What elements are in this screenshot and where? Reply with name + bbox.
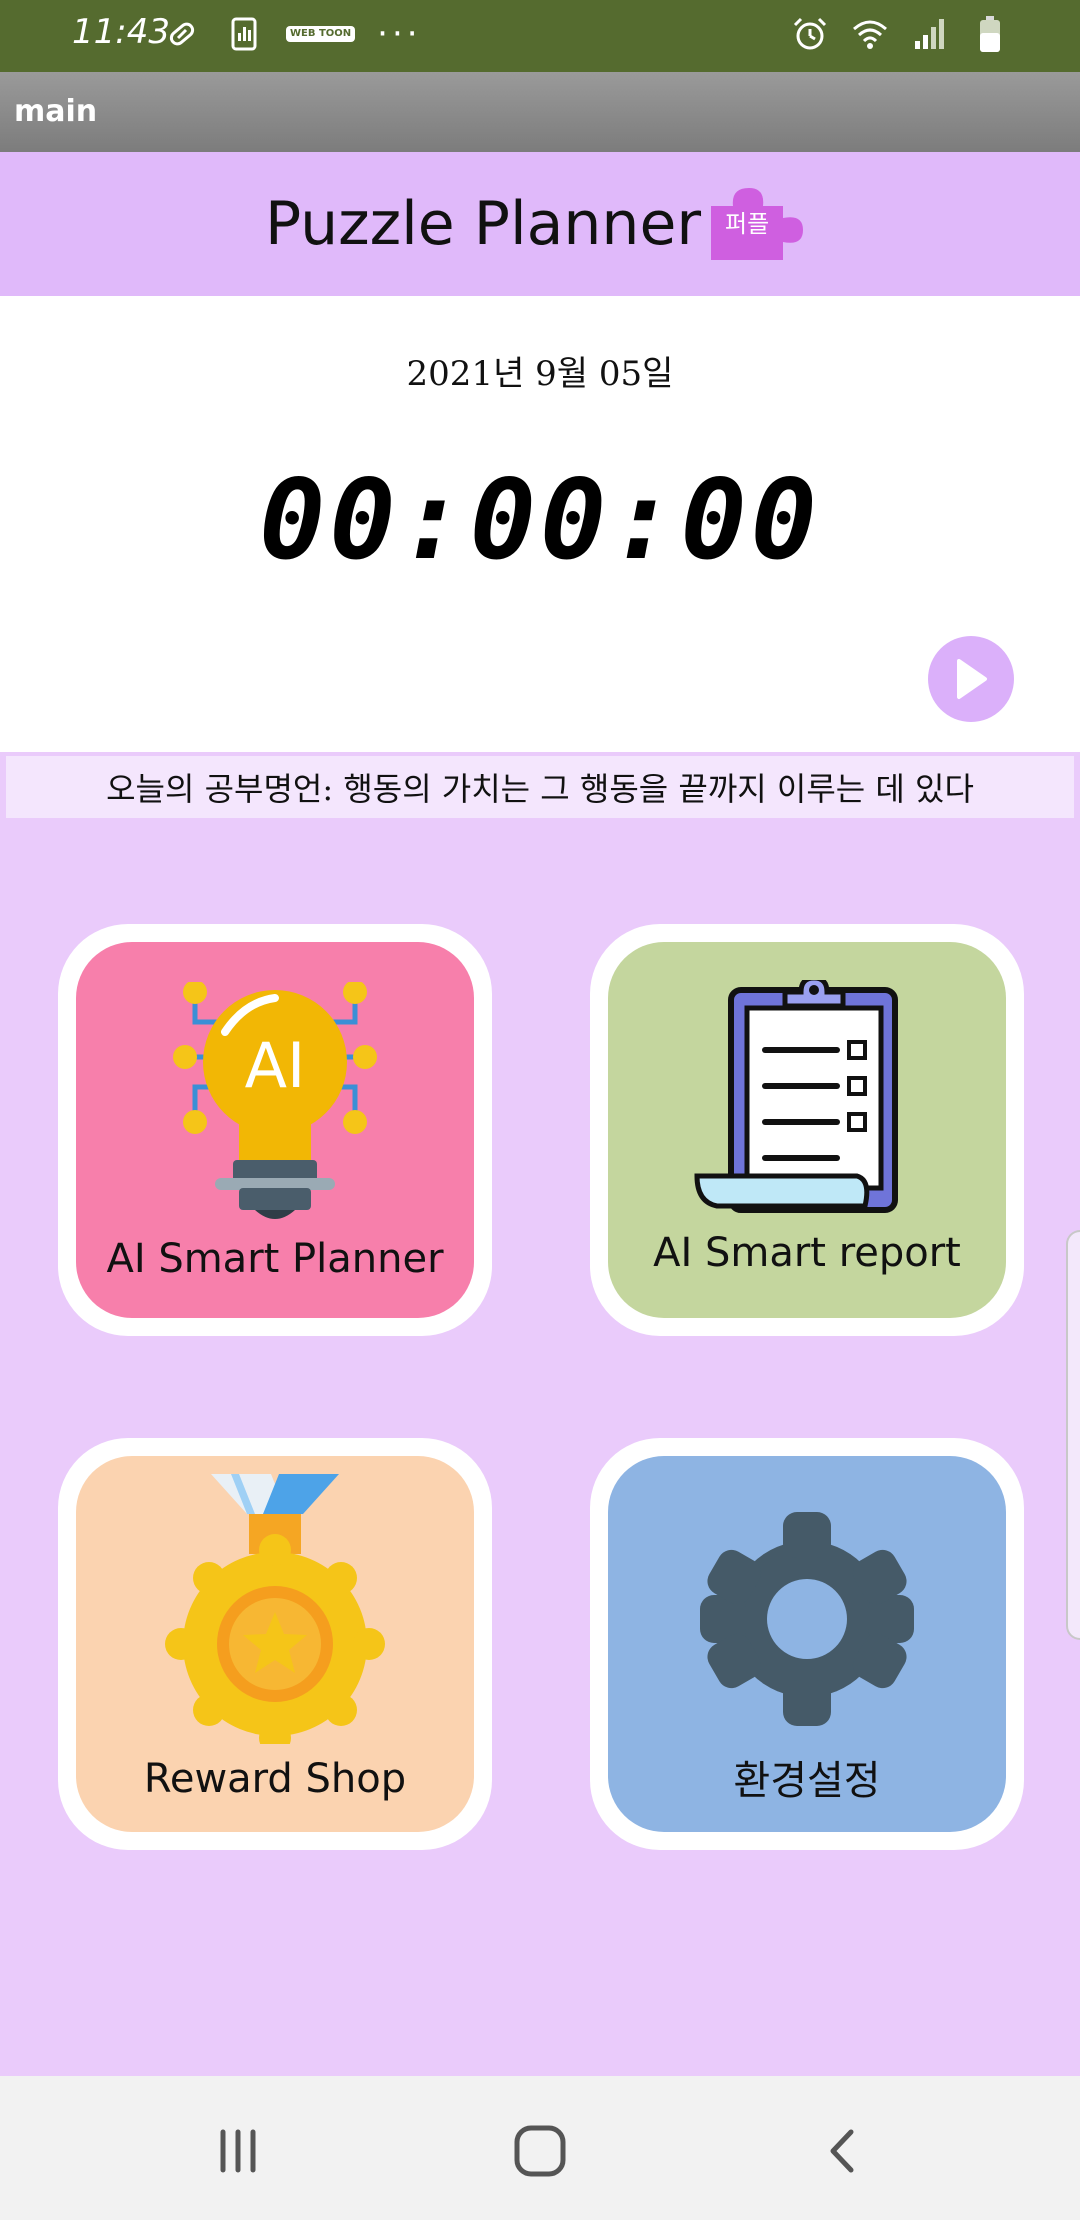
alarm-icon bbox=[790, 14, 830, 54]
reward-shop-label: Reward Shop bbox=[143, 1756, 407, 1802]
ai-smart-planner-card: AI AI Smart Planner bbox=[76, 942, 474, 1318]
gear-icon bbox=[692, 1504, 922, 1734]
play-icon bbox=[957, 659, 987, 699]
home-button[interactable] bbox=[505, 2116, 575, 2186]
status-icons-right bbox=[790, 14, 1010, 54]
ai-smart-report-label: AI Smart report bbox=[653, 1230, 961, 1276]
clipboard-icon bbox=[687, 975, 927, 1220]
status-time: 11:43 bbox=[72, 12, 170, 52]
ai-smart-report-card: AI Smart report bbox=[608, 942, 1006, 1318]
date-label: 2021년 9월 05일 bbox=[406, 354, 674, 394]
recent-apps-button[interactable] bbox=[203, 2116, 273, 2186]
app-bar: main bbox=[0, 72, 1080, 152]
webtoon-icon: WEB TOON bbox=[286, 26, 356, 42]
timer-panel: 2021년 9월 05일 00:00:00 bbox=[0, 296, 1080, 752]
edge-panel-handle[interactable] bbox=[1066, 1230, 1080, 1640]
signal-icon bbox=[910, 14, 950, 54]
settings-label: 환경설정 bbox=[733, 1758, 881, 1804]
ai-smart-planner-tile[interactable]: AI AI Smart Planner bbox=[58, 924, 492, 1336]
header: Puzzle Planner 퍼플 bbox=[0, 152, 1080, 296]
ai-bulb-icon: AI bbox=[155, 980, 395, 1222]
puzzle-badge: 퍼플 bbox=[725, 210, 770, 238]
page-title: Puzzle Planner bbox=[264, 189, 702, 259]
back-button[interactable] bbox=[808, 2116, 878, 2186]
reward-shop-tile[interactable]: Reward Shop bbox=[58, 1438, 492, 1850]
ai-smart-planner-label: AI Smart Planner bbox=[106, 1236, 444, 1282]
wifi-icon bbox=[850, 14, 890, 54]
play-button[interactable] bbox=[928, 636, 1014, 722]
settings-card: 환경설정 bbox=[608, 1456, 1006, 1832]
chart-icon bbox=[224, 14, 264, 54]
puzzle-logo: 퍼플 bbox=[705, 184, 815, 264]
ai-smart-report-tile[interactable]: AI Smart report bbox=[590, 924, 1024, 1336]
back-icon bbox=[830, 2129, 854, 2173]
battery-icon bbox=[970, 14, 1010, 54]
status-icons-left: WEB TOON ··· bbox=[162, 14, 422, 54]
status-bar: 11:43 WEB TOON ··· bbox=[0, 0, 1080, 72]
timer-display: 00:00:00 bbox=[259, 456, 821, 584]
app-bar-title: main bbox=[14, 94, 98, 129]
navigation-bar bbox=[0, 2076, 1080, 2220]
more-icon: ··· bbox=[377, 14, 422, 54]
home-icon bbox=[514, 2125, 566, 2177]
medal-icon bbox=[155, 1474, 395, 1754]
svg-text:AI: AI bbox=[245, 1029, 306, 1102]
reward-shop-card: Reward Shop bbox=[76, 1456, 474, 1832]
recent-apps-icon bbox=[220, 2129, 256, 2173]
pill-icon bbox=[162, 14, 202, 54]
settings-tile[interactable]: 환경설정 bbox=[590, 1438, 1024, 1850]
quote-band: 오늘의 공부명언: 행동의 가치는 그 행동을 끝까지 이루는 데 있다 bbox=[6, 756, 1074, 818]
